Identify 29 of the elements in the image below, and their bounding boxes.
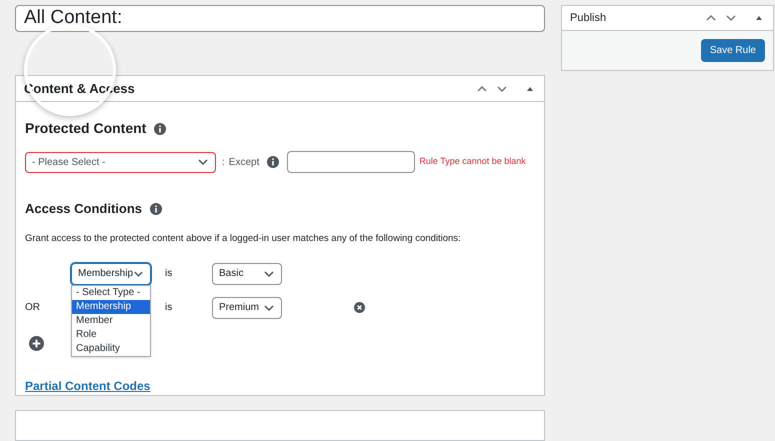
title-field[interactable]: All Content: [15,5,545,32]
or-label: OR [25,302,40,314]
value-select[interactable]: Basic [212,262,282,285]
operator-label: is [165,267,174,282]
type-select[interactable]: Membership [71,262,151,285]
dropdown-option[interactable]: Role [72,328,150,342]
remove-icon[interactable] [354,302,365,314]
panel-title: Content & Access [24,80,135,98]
except-label: Except [228,156,260,170]
save-rule-button[interactable]: Save Rule [700,39,765,62]
content-select[interactable]: - Please Select - [25,152,216,172]
except-field[interactable] [287,151,416,173]
description-text: Grant access to the protected content above if a logged-in user matches any of the following conditions: [25,232,462,246]
dropdown-option[interactable]: Member [72,314,150,328]
separator-text: : [222,156,225,170]
info-icon [150,202,162,215]
partial-content-link[interactable]: Partial Content Codes [25,376,150,395]
dropdown-option[interactable]: Capability [72,342,150,356]
section-heading: Protected Content [25,119,146,138]
panel-title: Publish [570,10,606,26]
dropdown-option[interactable]: - Select Type - [72,286,150,300]
dropdown-option[interactable]: Membership [72,300,150,314]
operator-label: is [165,301,174,316]
info-icon [267,156,280,168]
value-select[interactable]: Premium [212,296,282,319]
info-icon [154,122,166,134]
add-icon[interactable] [29,336,44,351]
error-message: Rule Type cannot be blank [419,155,526,168]
section-heading: Access Conditions [25,200,142,218]
